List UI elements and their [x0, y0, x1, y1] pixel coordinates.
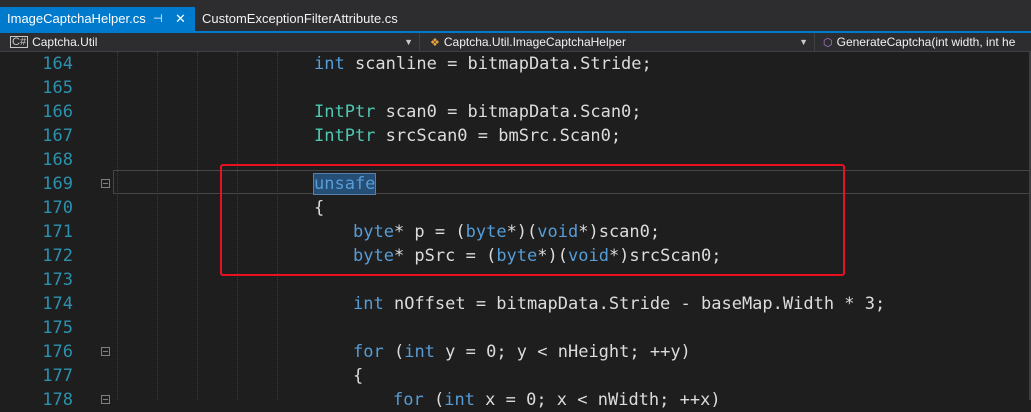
- project-label: Captcha.Util: [32, 35, 98, 49]
- code-token: IntPtr: [314, 102, 376, 122]
- code-token: srcScan0 = bmSrc.Scan0;: [375, 126, 622, 146]
- collapse-icon[interactable]: [101, 347, 110, 356]
- code-line[interactable]: 177 {: [0, 364, 1031, 388]
- code-token: IntPtr: [314, 126, 376, 146]
- code-token: x = 0; x < nWidth; ++x): [474, 390, 721, 410]
- close-icon[interactable]: ✕: [175, 7, 186, 31]
- code-token: y = 0; y < nHeight; ++y): [434, 342, 691, 362]
- class-icon: ❖: [430, 37, 440, 49]
- tab-label: CustomExceptionFilterAttribute.cs: [202, 11, 398, 26]
- tab-label: ImageCaptchaHelper.cs: [7, 11, 146, 26]
- code-line[interactable]: 164 int scanline = bitmapData.Stride;: [0, 52, 1031, 76]
- line-number: 172: [42, 246, 73, 266]
- code-text: int scanline = bitmapData.Stride;: [314, 52, 652, 76]
- code-token: int: [353, 294, 384, 314]
- tab-custom-exception-filter[interactable]: CustomExceptionFilterAttribute.cs: [195, 7, 435, 31]
- code-text: {: [353, 364, 363, 388]
- line-number: 177: [42, 366, 73, 386]
- tab-image-captcha-helper[interactable]: ImageCaptchaHelper.cs ⊣ ✕: [0, 7, 195, 31]
- code-token: {: [353, 366, 364, 386]
- line-number: 175: [42, 318, 73, 338]
- code-token: scan0 = bitmapData.Scan0;: [375, 102, 642, 122]
- code-token: scanline = bitmapData.Stride;: [344, 54, 652, 74]
- line-number: 173: [42, 270, 73, 290]
- code-token: nOffset = bitmapData.Stride - baseMap.Wi…: [383, 294, 886, 314]
- code-line[interactable]: 174 int nOffset = bitmapData.Stride - bas…: [0, 292, 1031, 316]
- line-number: 171: [42, 222, 73, 242]
- code-token: for: [393, 390, 424, 410]
- line-number: 176: [42, 342, 73, 362]
- line-number: 166: [42, 102, 73, 122]
- line-number: 167: [42, 126, 73, 146]
- collapse-icon[interactable]: [101, 179, 110, 188]
- code-line[interactable]: 175: [0, 316, 1031, 340]
- code-token: int: [404, 342, 435, 362]
- member-label: GenerateCaptcha(int width, int he: [836, 35, 1016, 49]
- class-dropdown[interactable]: ❖ Captcha.Util.ImageCaptchaHelper ▼: [420, 33, 815, 51]
- code-text: IntPtr scan0 = bitmapData.Scan0;: [314, 100, 642, 124]
- code-text: int nOffset = bitmapData.Stride - baseMa…: [353, 292, 885, 316]
- code-line[interactable]: 178 for (int x = 0; x < nWidth; ++x): [0, 388, 1031, 412]
- code-token: (: [423, 390, 445, 410]
- line-number: 164: [42, 54, 73, 74]
- pin-icon[interactable]: ⊣: [153, 7, 163, 31]
- member-dropdown[interactable]: ⬡ GenerateCaptcha(int width, int he: [815, 33, 1031, 51]
- navigation-bar: C# Captcha.Util ▼ ❖ Captcha.Util.ImageCapt…: [0, 33, 1031, 52]
- annotation-highlight-box: [220, 164, 845, 276]
- line-number: 165: [42, 78, 73, 98]
- line-number: 178: [42, 390, 73, 410]
- class-label: Captcha.Util.ImageCaptchaHelper: [443, 35, 626, 49]
- code-token: (: [383, 342, 405, 362]
- code-line[interactable]: 165: [0, 76, 1031, 100]
- document-tab-strip: ImageCaptchaHelper.cs ⊣ ✕ CustomExceptio…: [0, 0, 1031, 33]
- method-icon: ⬡: [823, 37, 833, 49]
- line-number: 170: [42, 198, 73, 218]
- project-icon: C#: [10, 36, 29, 48]
- code-line[interactable]: 167 IntPtr srcScan0 = bmSrc.Scan0;: [0, 124, 1031, 148]
- code-token: int: [444, 390, 475, 410]
- chevron-down-icon: ▼: [404, 37, 413, 47]
- line-number: 168: [42, 150, 73, 170]
- code-text: for (int y = 0; y < nHeight; ++y): [353, 340, 691, 364]
- project-dropdown[interactable]: C# Captcha.Util ▼: [0, 33, 420, 51]
- line-number: 169: [42, 174, 73, 194]
- code-text: IntPtr srcScan0 = bmSrc.Scan0;: [314, 124, 621, 148]
- code-line[interactable]: 176 for (int y = 0; y < nHeight; ++y): [0, 340, 1031, 364]
- code-token: for: [353, 342, 384, 362]
- line-number: 174: [42, 294, 73, 314]
- code-token: int: [314, 54, 345, 74]
- code-line[interactable]: 166 IntPtr scan0 = bitmapData.Scan0;: [0, 100, 1031, 124]
- chevron-down-icon: ▼: [799, 37, 808, 47]
- code-text: for (int x = 0; x < nWidth; ++x): [393, 388, 721, 412]
